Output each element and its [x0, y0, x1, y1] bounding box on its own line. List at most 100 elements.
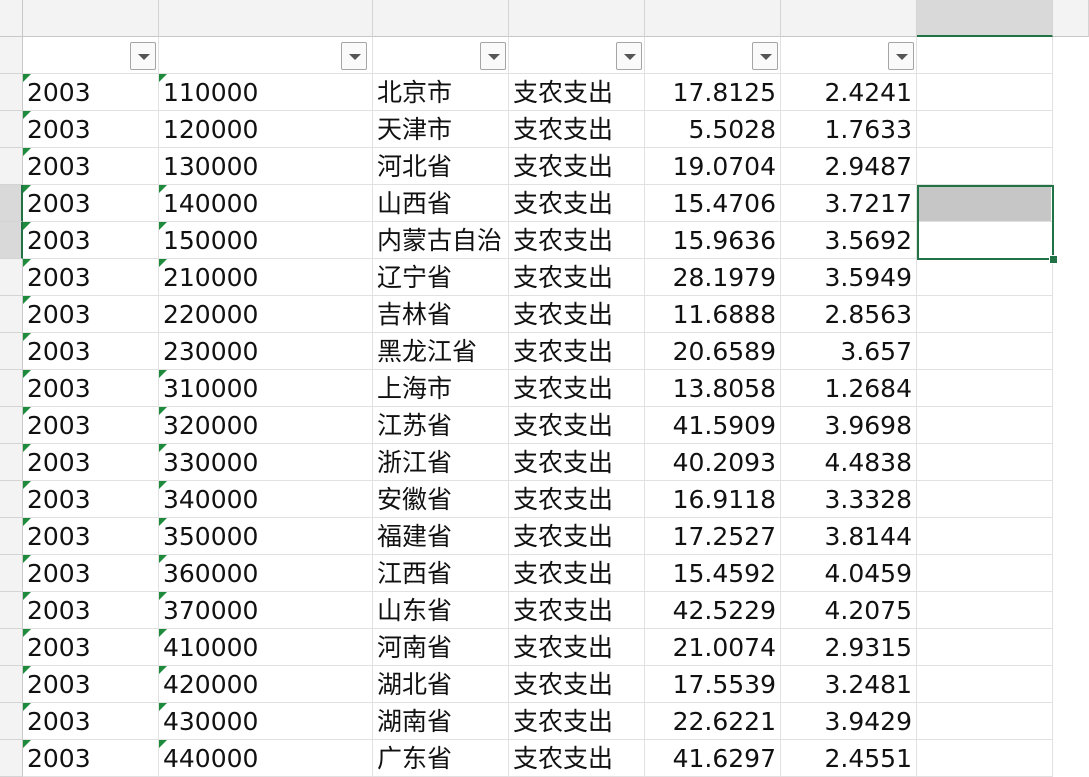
filter-dropdown-icon[interactable]: [130, 42, 156, 70]
row-header-8[interactable]: [0, 296, 23, 333]
cell-name[interactable]: 湖北省: [373, 666, 509, 703]
cell-type[interactable]: 支农支出: [509, 666, 645, 703]
header-cell-c[interactable]: [373, 37, 509, 74]
cell-name[interactable]: 福建省: [373, 518, 509, 555]
cell-ratio[interactable]: 4.4838: [781, 444, 917, 481]
cell-ratio[interactable]: 2.8563: [781, 296, 917, 333]
cell-year[interactable]: 2003: [23, 407, 159, 444]
cell-type[interactable]: 支农支出: [509, 740, 645, 777]
row-header-2[interactable]: [0, 74, 23, 111]
cell-year[interactable]: 2003: [23, 740, 159, 777]
cell-amount[interactable]: 13.8058: [645, 370, 781, 407]
cell-g[interactable]: [917, 333, 1053, 370]
cell-code[interactable]: 210000: [159, 259, 373, 296]
cell-code[interactable]: 220000: [159, 296, 373, 333]
cell-name[interactable]: 上海市: [373, 370, 509, 407]
row-header-19[interactable]: [0, 703, 23, 740]
cell-amount[interactable]: 19.0704: [645, 148, 781, 185]
cell-type[interactable]: 支农支出: [509, 370, 645, 407]
cell-ratio[interactable]: 2.4241: [781, 74, 917, 111]
cell-name[interactable]: 安徽省: [373, 481, 509, 518]
column-header-f[interactable]: [781, 0, 917, 37]
cell-g[interactable]: [917, 592, 1053, 629]
cell-g[interactable]: [917, 296, 1053, 333]
row-header-14[interactable]: [0, 518, 23, 555]
header-cell-g[interactable]: [917, 37, 1053, 74]
cell-amount[interactable]: 17.8125: [645, 74, 781, 111]
cell-name[interactable]: 天津市: [373, 111, 509, 148]
cell-name[interactable]: 吉林省: [373, 296, 509, 333]
cell-g[interactable]: [917, 740, 1053, 777]
cell-g[interactable]: [917, 74, 1053, 111]
cell-code[interactable]: 430000: [159, 703, 373, 740]
row-header-5[interactable]: [0, 185, 23, 222]
cell-amount[interactable]: 41.5909: [645, 407, 781, 444]
row-header-3[interactable]: [0, 111, 23, 148]
cell-g[interactable]: [917, 148, 1053, 185]
column-header-a[interactable]: [23, 0, 159, 37]
cell-amount[interactable]: 5.5028: [645, 111, 781, 148]
header-cell-b[interactable]: [159, 37, 373, 74]
cell-code[interactable]: 440000: [159, 740, 373, 777]
cell-g[interactable]: [917, 555, 1053, 592]
cell-ratio[interactable]: 3.9698: [781, 407, 917, 444]
cell-type[interactable]: 支农支出: [509, 592, 645, 629]
cell-code[interactable]: 360000: [159, 555, 373, 592]
header-cell-d[interactable]: [509, 37, 645, 74]
row-header-7[interactable]: [0, 259, 23, 296]
cell-ratio[interactable]: 1.7633: [781, 111, 917, 148]
cell-year[interactable]: 2003: [23, 444, 159, 481]
cell-name[interactable]: 浙江省: [373, 444, 509, 481]
cell-ratio[interactable]: 3.5949: [781, 259, 917, 296]
cell-code[interactable]: 330000: [159, 444, 373, 481]
cell-name[interactable]: 内蒙古自治: [373, 222, 509, 259]
cell-ratio[interactable]: 3.2481: [781, 666, 917, 703]
cell-code[interactable]: 130000: [159, 148, 373, 185]
cell-year[interactable]: 2003: [23, 592, 159, 629]
cell-year[interactable]: 2003: [23, 74, 159, 111]
cell-year[interactable]: 2003: [23, 296, 159, 333]
cell-amount[interactable]: 42.5229: [645, 592, 781, 629]
cell-amount[interactable]: 41.6297: [645, 740, 781, 777]
row-header-15[interactable]: [0, 555, 23, 592]
cell-year[interactable]: 2003: [23, 555, 159, 592]
cell-g[interactable]: [917, 444, 1053, 481]
cell-year[interactable]: 2003: [23, 703, 159, 740]
cell-name[interactable]: 广东省: [373, 740, 509, 777]
cell-year[interactable]: 2003: [23, 111, 159, 148]
cell-code[interactable]: 110000: [159, 74, 373, 111]
row-header-16[interactable]: [0, 592, 23, 629]
cell-g[interactable]: [917, 481, 1053, 518]
cell-type[interactable]: 支农支出: [509, 444, 645, 481]
cell-g[interactable]: [917, 407, 1053, 444]
cell-name[interactable]: 河南省: [373, 629, 509, 666]
cell-g[interactable]: [917, 629, 1053, 666]
fill-handle[interactable]: [1049, 255, 1058, 264]
select-all-corner[interactable]: [0, 0, 23, 37]
cell-amount[interactable]: 15.4706: [645, 185, 781, 222]
cell-type[interactable]: 支农支出: [509, 629, 645, 666]
cell-type[interactable]: 支农支出: [509, 703, 645, 740]
cell-ratio[interactable]: 1.2684: [781, 370, 917, 407]
cell-amount[interactable]: 15.9636: [645, 222, 781, 259]
column-header-d[interactable]: [509, 0, 645, 37]
cell-ratio[interactable]: 2.9315: [781, 629, 917, 666]
cell-type[interactable]: 支农支出: [509, 111, 645, 148]
cell-g[interactable]: [917, 111, 1053, 148]
cell-name[interactable]: 山西省: [373, 185, 509, 222]
filter-dropdown-icon[interactable]: [616, 42, 642, 70]
cell-amount[interactable]: 21.0074: [645, 629, 781, 666]
cell-ratio[interactable]: 2.4551: [781, 740, 917, 777]
cell-type[interactable]: 支农支出: [509, 518, 645, 555]
row-header-10[interactable]: [0, 370, 23, 407]
cell-type[interactable]: 支农支出: [509, 222, 645, 259]
cell-type[interactable]: 支农支出: [509, 333, 645, 370]
cell-name[interactable]: 河北省: [373, 148, 509, 185]
cell-type[interactable]: 支农支出: [509, 555, 645, 592]
cell-type[interactable]: 支农支出: [509, 185, 645, 222]
cell-code[interactable]: 350000: [159, 518, 373, 555]
cell-amount[interactable]: 28.1979: [645, 259, 781, 296]
row-header-18[interactable]: [0, 666, 23, 703]
cell-code[interactable]: 320000: [159, 407, 373, 444]
cell-code[interactable]: 150000: [159, 222, 373, 259]
